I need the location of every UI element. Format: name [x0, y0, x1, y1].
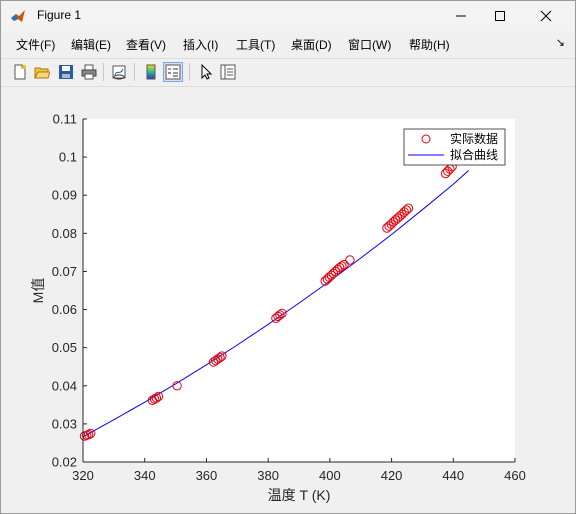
menu-edit[interactable]: 编辑(E): [71, 36, 111, 53]
x-axis-label: 温度 T (K): [268, 487, 331, 503]
maximize-button[interactable]: [477, 1, 523, 31]
y-tick-label: 0.05: [52, 340, 77, 355]
menu-file[interactable]: 文件(F): [16, 36, 55, 53]
toolbar-separator: [134, 63, 135, 81]
menu-insert[interactable]: 插入(I): [183, 36, 218, 53]
open-file-button[interactable]: [32, 62, 52, 82]
y-tick-label: 0.06: [52, 302, 77, 317]
x-tick-label: 420: [381, 468, 403, 483]
menu-tools[interactable]: 工具(T): [236, 36, 275, 53]
x-tick-label: 360: [196, 468, 218, 483]
toolbar-separator: [103, 63, 104, 81]
property-inspector-button[interactable]: [218, 62, 238, 82]
insert-colorbar-button[interactable]: [141, 62, 161, 82]
close-button[interactable]: [523, 1, 569, 31]
figure-toolbar: [1, 58, 575, 87]
figure-window: Figure 1 文件(F) 编辑(E) 查看(V) 插入(I) 工具(T) 桌…: [0, 0, 576, 514]
x-tick-label: 400: [319, 468, 341, 483]
y-tick-label: 0.03: [52, 416, 77, 431]
window-title: Figure 1: [37, 8, 82, 22]
menu-desktop[interactable]: 桌面(D): [291, 36, 332, 53]
legend[interactable]: 实际数据 拟合曲线: [403, 128, 506, 166]
title-bar[interactable]: Figure 1: [1, 1, 575, 31]
save-icon: [59, 65, 73, 79]
edit-plot-button[interactable]: [196, 62, 216, 82]
print-icon: [81, 64, 97, 80]
plot-svg[interactable]: 320 340 360 380 400 420 440 460 0.02 0.03 0.04 0.0…: [9, 87, 569, 505]
x-tick-label: 380: [257, 468, 279, 483]
menu-window[interactable]: 窗口(W): [348, 36, 391, 53]
menu-overflow-icon[interactable]: ↘: [556, 36, 565, 49]
print-button[interactable]: [79, 62, 99, 82]
insert-legend-button[interactable]: [163, 62, 183, 82]
toolbar-separator: [189, 63, 190, 81]
y-tick-label: 0.07: [52, 264, 77, 279]
legend-label-fit: 拟合曲线: [450, 147, 498, 162]
x-tick-label: 340: [134, 468, 156, 483]
new-figure-button[interactable]: [10, 62, 30, 82]
close-icon: [540, 10, 552, 22]
menu-help[interactable]: 帮助(H): [409, 36, 450, 53]
matlab-logo-icon: [11, 10, 25, 22]
menu-bar: 文件(F) 编辑(E) 查看(V) 插入(I) 工具(T) 桌面(D) 窗口(W…: [1, 33, 575, 55]
y-tick-label: 0.04: [52, 378, 77, 393]
legend-label-data: 实际数据: [450, 131, 498, 146]
y-tick-label: 0.1: [59, 150, 77, 165]
insert-legend-icon: [165, 64, 181, 80]
link-plot-button[interactable]: [109, 62, 129, 82]
y-tick-label: 0.09: [52, 188, 77, 203]
minimize-icon: [456, 15, 466, 17]
x-tick-label: 460: [504, 468, 526, 483]
x-tick-label: 320: [72, 468, 94, 483]
y-tick-label: 0.02: [52, 455, 77, 470]
insert-colorbar-icon: [146, 64, 156, 80]
x-tick-label: 440: [442, 468, 464, 483]
new-figure-icon: [14, 64, 26, 80]
open-file-icon: [34, 67, 50, 79]
link-plot-icon: [112, 65, 126, 80]
maximize-icon: [495, 11, 505, 21]
property-inspector-icon: [220, 64, 236, 80]
edit-plot-icon: [201, 64, 213, 80]
y-axis-label: M值: [30, 278, 46, 304]
y-tick-label: 0.11: [53, 112, 77, 127]
y-tick-label: 0.08: [52, 226, 77, 241]
menu-view[interactable]: 查看(V): [126, 36, 166, 53]
figure-canvas[interactable]: 320 340 360 380 400 420 440 460 0.02 0.03 0.04 0.0…: [9, 87, 569, 505]
save-button[interactable]: [56, 62, 76, 82]
